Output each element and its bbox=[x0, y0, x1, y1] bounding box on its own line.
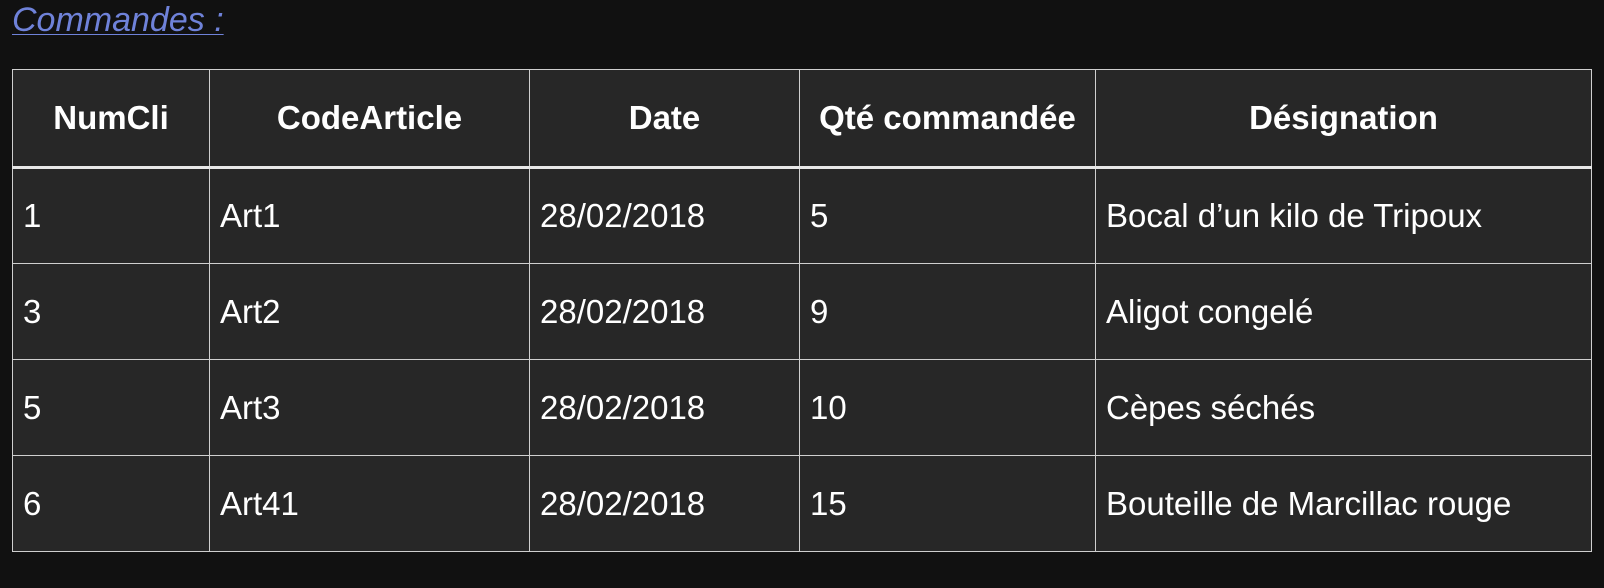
table-header: NumCli CodeArticle Date Qté commandée Dé… bbox=[12, 69, 1592, 169]
cell-designation: Bocal d’un kilo de Tripoux bbox=[1095, 167, 1592, 264]
cell-date: 28/02/2018 bbox=[529, 263, 800, 360]
header-row: NumCli CodeArticle Date Qté commandée Dé… bbox=[12, 69, 1592, 169]
cell-qte: 5 bbox=[799, 167, 1096, 264]
header-qte-commandee: Qté commandée bbox=[799, 69, 1096, 169]
cell-date: 28/02/2018 bbox=[529, 359, 800, 456]
cell-numcli: 1 bbox=[12, 167, 210, 264]
cell-numcli: 5 bbox=[12, 359, 210, 456]
orders-table: NumCli CodeArticle Date Qté commandée Dé… bbox=[12, 69, 1592, 552]
header-designation: Désignation bbox=[1095, 69, 1592, 169]
cell-codearticle: Art41 bbox=[209, 455, 530, 552]
cell-numcli: 3 bbox=[12, 263, 210, 360]
cell-date: 28/02/2018 bbox=[529, 455, 800, 552]
cell-codearticle: Art2 bbox=[209, 263, 530, 360]
cell-qte: 10 bbox=[799, 359, 1096, 456]
cell-numcli: 6 bbox=[12, 455, 210, 552]
table-row: 1 Art1 28/02/2018 5 Bocal d’un kilo de T… bbox=[12, 167, 1592, 264]
table-row: 5 Art3 28/02/2018 10 Cèpes séchés bbox=[12, 359, 1592, 456]
cell-designation: Aligot congelé bbox=[1095, 263, 1592, 360]
cell-codearticle: Art3 bbox=[209, 359, 530, 456]
page-title: Commandes : bbox=[12, 1, 224, 39]
cell-designation: Cèpes séchés bbox=[1095, 359, 1592, 456]
table-row: 3 Art2 28/02/2018 9 Aligot congelé bbox=[12, 263, 1592, 360]
cell-qte: 15 bbox=[799, 455, 1096, 552]
cell-date: 28/02/2018 bbox=[529, 167, 800, 264]
header-codearticle: CodeArticle bbox=[209, 69, 530, 169]
cell-qte: 9 bbox=[799, 263, 1096, 360]
table-row: 6 Art41 28/02/2018 15 Bouteille de Marci… bbox=[12, 455, 1592, 552]
header-date: Date bbox=[529, 69, 800, 169]
table-body: 1 Art1 28/02/2018 5 Bocal d’un kilo de T… bbox=[12, 167, 1592, 552]
cell-codearticle: Art1 bbox=[209, 167, 530, 264]
cell-designation: Bouteille de Marcillac rouge bbox=[1095, 455, 1592, 552]
header-numcli: NumCli bbox=[12, 69, 210, 169]
